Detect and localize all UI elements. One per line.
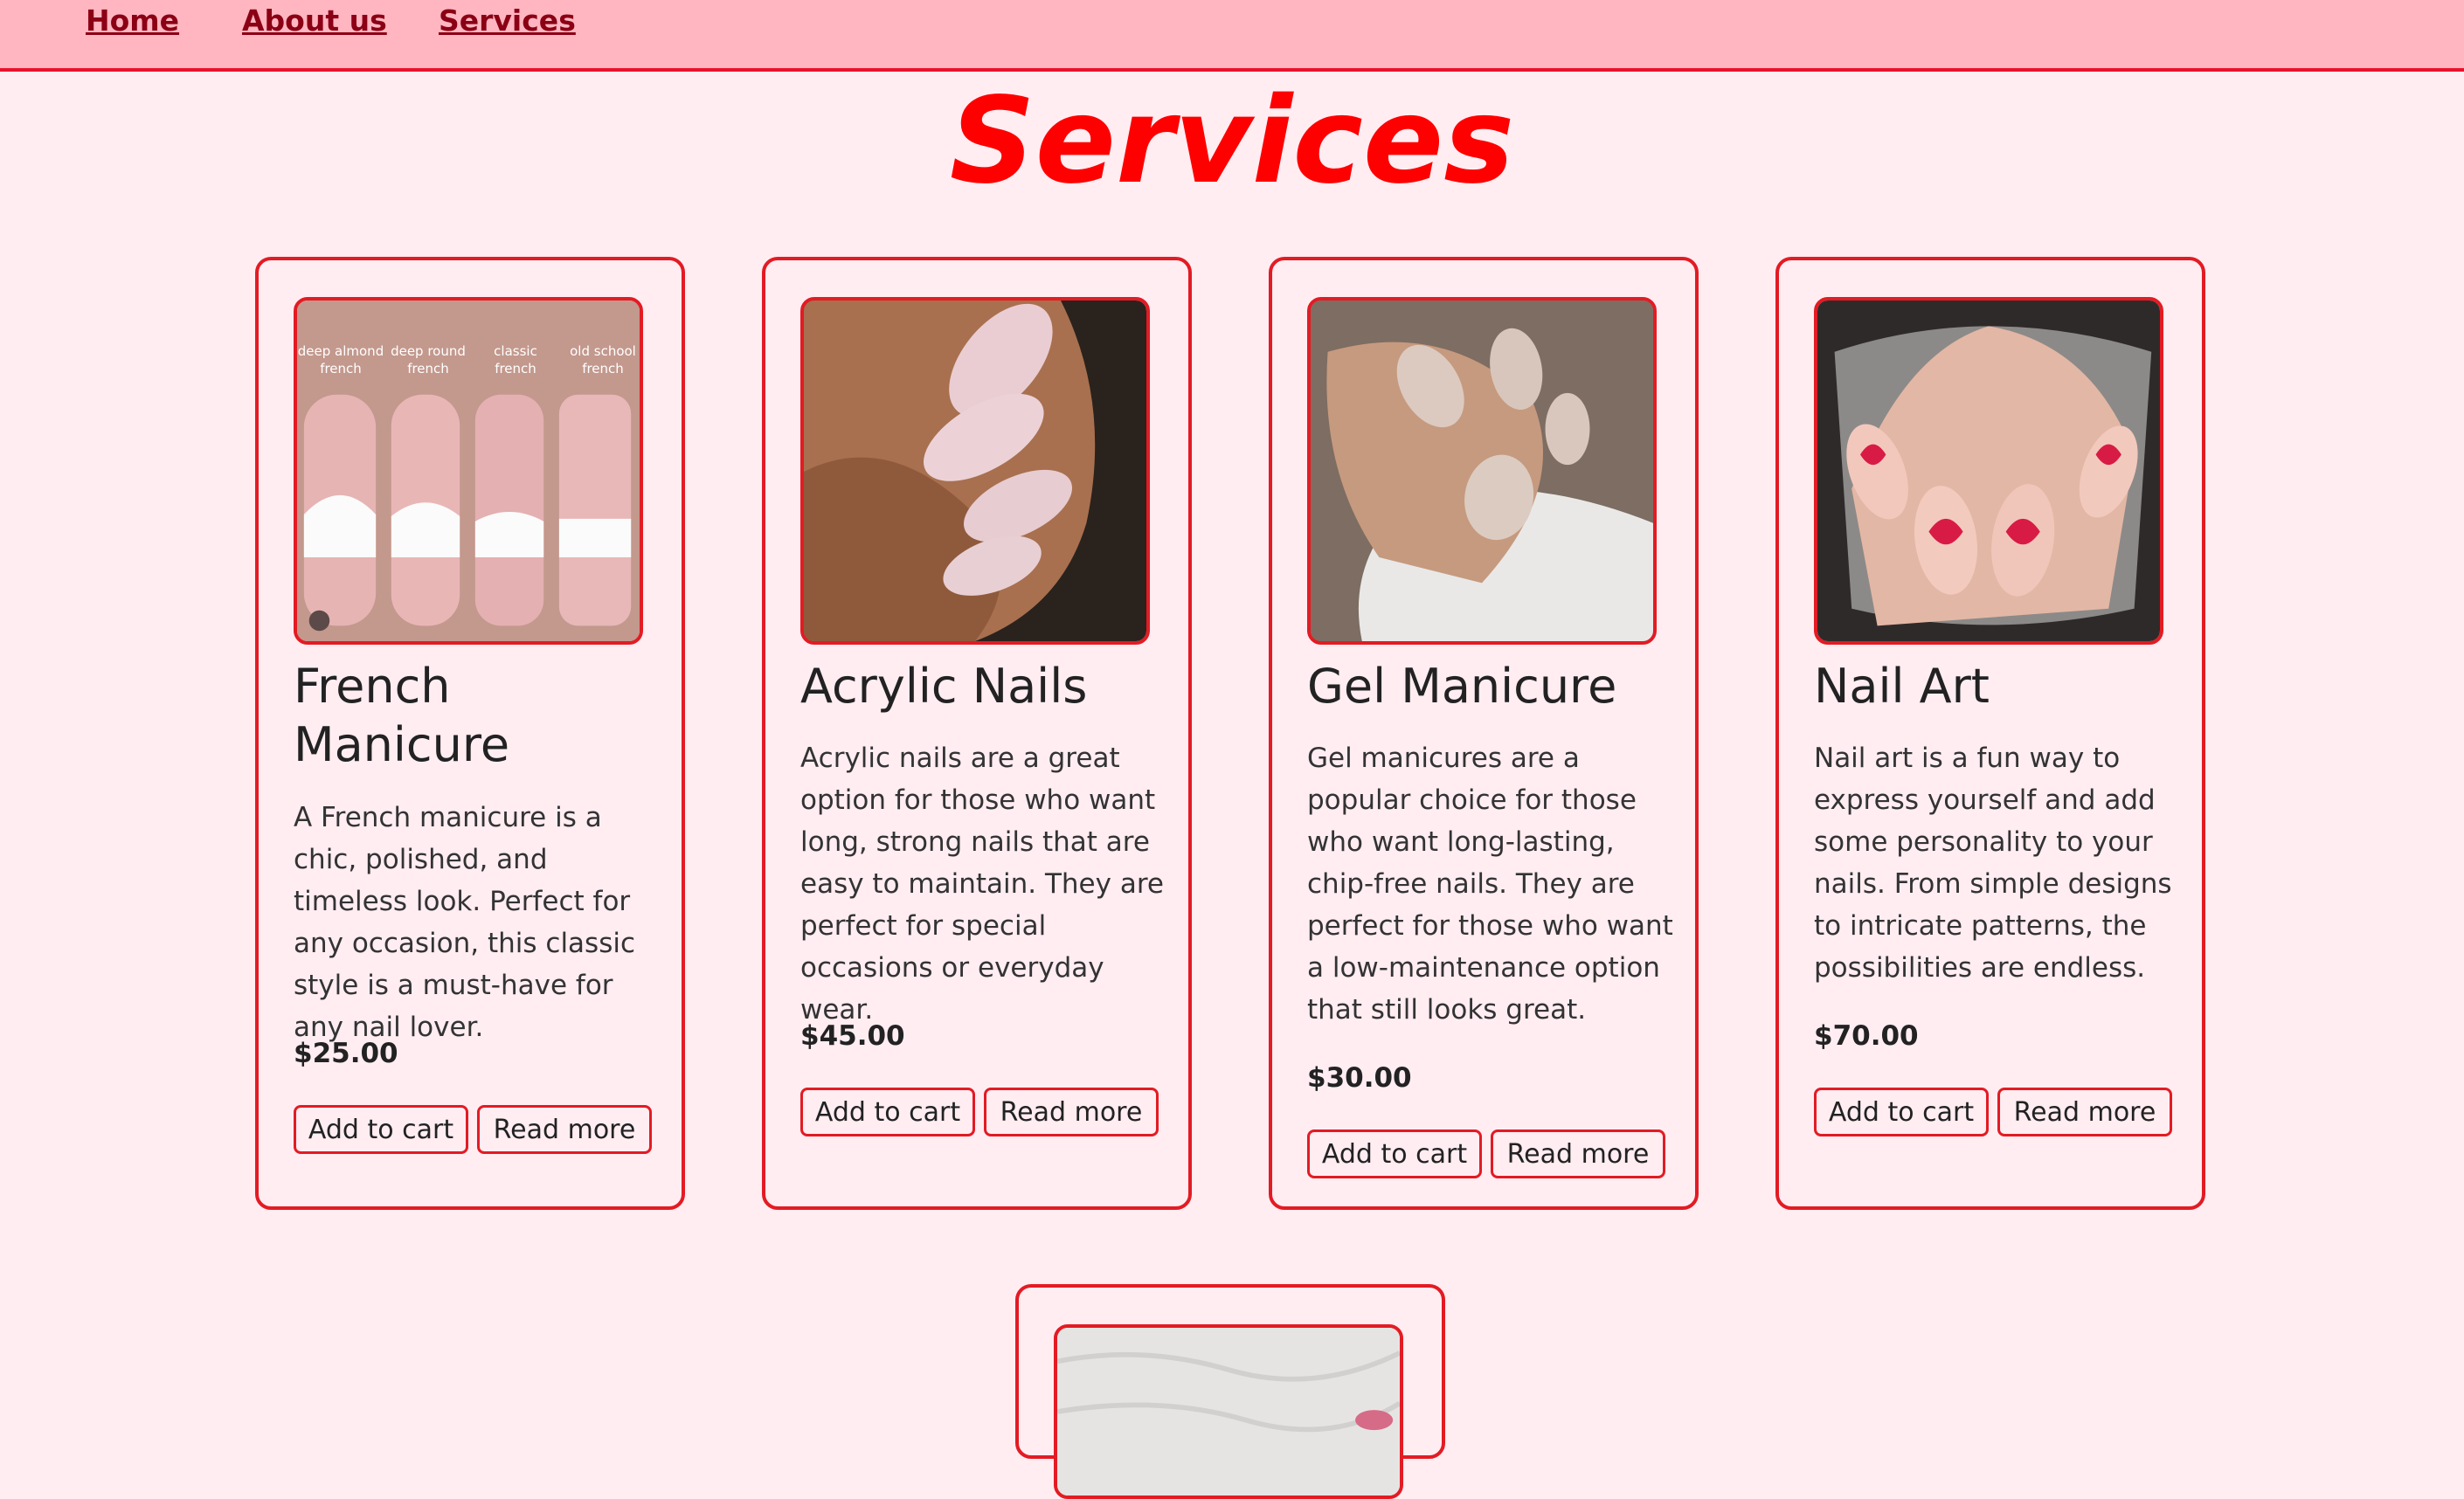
nav-link-home[interactable]: Home <box>86 3 179 38</box>
add-to-cart-button[interactable]: Add to cart <box>1814 1088 1989 1136</box>
read-more-button[interactable]: Read more <box>1491 1129 1665 1178</box>
service-image <box>1054 1324 1403 1499</box>
acrylic-nails-image <box>800 297 1150 645</box>
service-card-nail-art: Nail Art Nail art is a fun way to expres… <box>1775 257 2205 1210</box>
service-card-partial <box>1015 1284 1445 1499</box>
card-title: French Manicure <box>294 659 510 772</box>
card-price: $25.00 <box>294 1038 398 1069</box>
card-description: A French manicure is a chic, polished, a… <box>294 802 636 1043</box>
service-card-gel-manicure: Gel Manicure Gel manicures are a popular… <box>1269 257 1699 1210</box>
card-price: $45.00 <box>800 1020 905 1052</box>
french-style-label: classic french <box>494 343 537 376</box>
french-style-label: old school french <box>570 343 636 376</box>
card-description: Nail art is a fun way to express yoursel… <box>1814 743 2172 984</box>
french-manicure-image: deep almond french deep round french cla… <box>294 297 643 645</box>
read-more-button[interactable]: Read more <box>1997 1088 2172 1136</box>
page-title: Services <box>949 73 1515 211</box>
card-title: Nail Art <box>1814 659 1990 714</box>
add-to-cart-button[interactable]: Add to cart <box>294 1105 468 1154</box>
top-nav: Home About us Services <box>0 0 2464 72</box>
card-description: Acrylic nails are a great option for tho… <box>800 743 1164 1026</box>
nav-link-about-us[interactable]: About us <box>242 3 387 38</box>
nav-link-services[interactable]: Services <box>439 3 576 38</box>
read-more-button[interactable]: Read more <box>984 1088 1159 1136</box>
service-card-french-manicure: deep almond french deep round french cla… <box>255 257 685 1210</box>
card-title: Acrylic Nails <box>800 659 1088 714</box>
card-price: $30.00 <box>1307 1062 1412 1094</box>
card-price: $70.00 <box>1814 1020 1919 1052</box>
french-style-label: deep round french <box>391 343 466 376</box>
read-more-button[interactable]: Read more <box>477 1105 652 1154</box>
service-card-acrylic-nails: Acrylic Nails Acrylic nails are a great … <box>762 257 1192 1210</box>
gel-manicure-image <box>1307 297 1657 645</box>
french-style-label: deep almond french <box>297 343 384 376</box>
add-to-cart-button[interactable]: Add to cart <box>1307 1129 1482 1178</box>
nail-art-image <box>1814 297 2163 645</box>
add-to-cart-button[interactable]: Add to cart <box>800 1088 975 1136</box>
card-title: Gel Manicure <box>1307 659 1617 714</box>
card-description: Gel manicures are a popular choice for t… <box>1307 743 1673 1026</box>
